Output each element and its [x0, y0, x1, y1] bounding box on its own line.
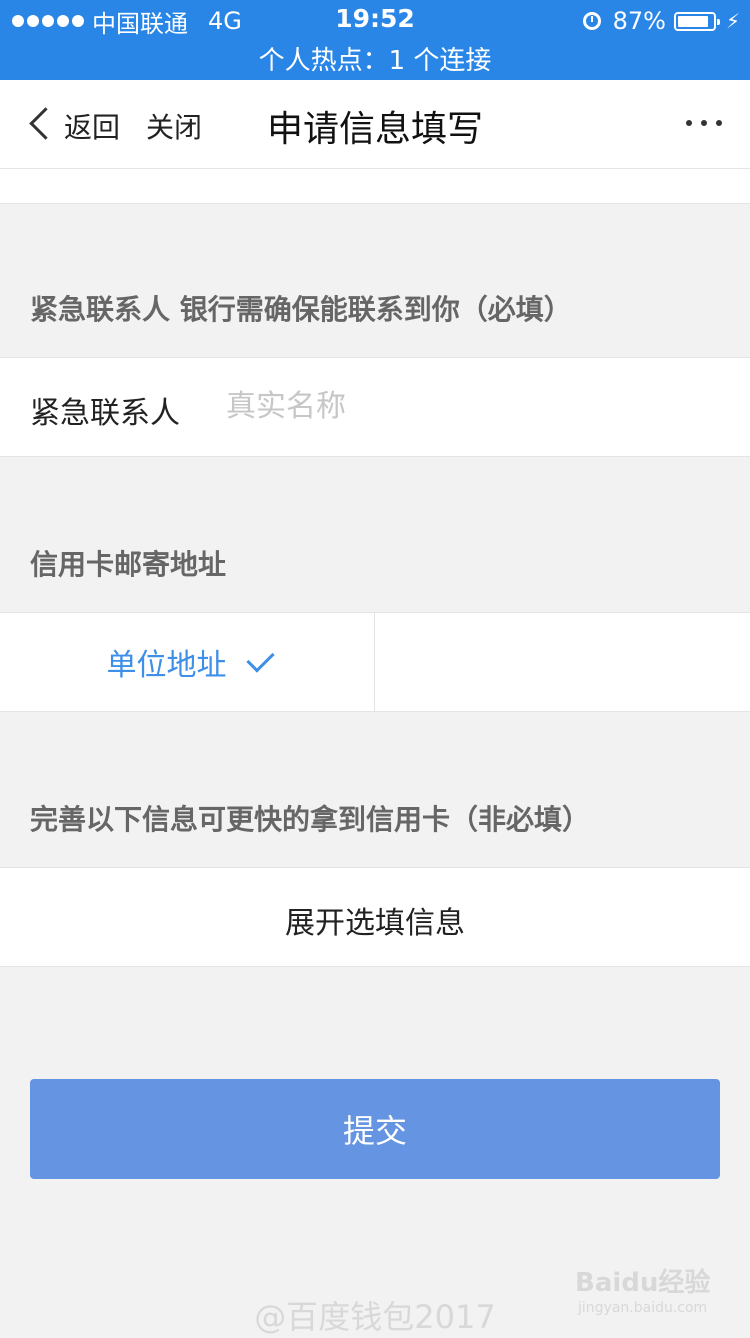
emergency-contact-input[interactable] — [226, 384, 706, 428]
nav-bar: 返回 关闭 申请信息填写 — [0, 80, 750, 169]
second-address-option[interactable] — [375, 613, 750, 711]
hotspot-banner[interactable]: 个人热点：1 个连接 — [0, 40, 750, 77]
expand-optional-row[interactable]: 展开选填信息 — [0, 867, 750, 967]
alarm-icon — [582, 12, 601, 30]
mailing-section-label: 信用卡邮寄地址 — [30, 548, 227, 581]
baidu-jingyan-logo: Baidu经验 — [575, 1268, 711, 1298]
top-strip — [0, 169, 750, 204]
work-address-option[interactable]: 单位地址 — [0, 613, 375, 711]
battery-percent: 87% — [612, 7, 666, 35]
charging-bolt-icon: ⚡ — [725, 9, 740, 33]
page-title: 申请信息填写 — [266, 109, 483, 150]
battery-icon — [673, 11, 720, 31]
more-options-icon[interactable] — [686, 120, 722, 126]
emergency-contact-label: 紧急联系人 — [30, 396, 180, 431]
status-bar: 中国联通 4G 19:52 87% ⚡ 个人热点：1 个连接 — [0, 0, 750, 80]
watermark-url: jingyan.baidu.com — [578, 1300, 708, 1316]
emergency-section-label: 紧急联系人 银行需确保能联系到你（必填） — [30, 293, 572, 326]
mailing-address-row: 单位地址 — [0, 612, 750, 712]
work-address-label: 单位地址 — [106, 648, 227, 683]
expand-optional-button[interactable]: 展开选填信息 — [0, 898, 750, 942]
optional-section-label: 完善以下信息可更快的拿到信用卡（非必填） — [30, 803, 591, 836]
check-icon — [245, 643, 275, 673]
emergency-contact-row[interactable]: 紧急联系人 — [0, 357, 750, 457]
submit-button[interactable]: 提交 — [30, 1079, 720, 1179]
status-right: 87% ⚡ — [582, 6, 740, 36]
battery-fill — [677, 15, 708, 27]
